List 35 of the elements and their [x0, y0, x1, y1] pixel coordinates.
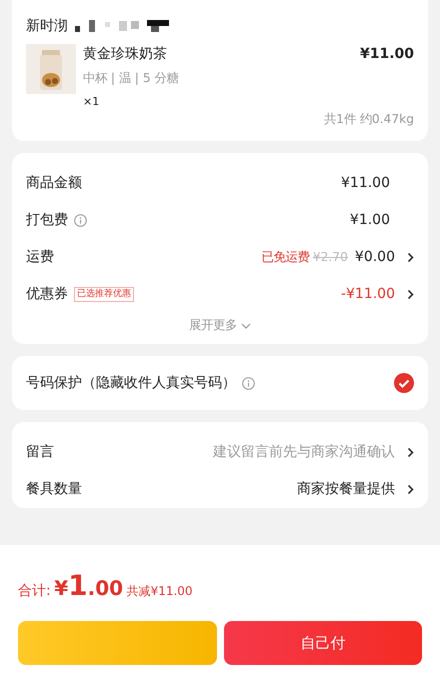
product-specs: 中杯 | 温 | 5 分糖: [83, 70, 180, 87]
option-value[interactable]: 商家按餐量提供: [297, 479, 395, 500]
option-label: 餐具数量: [26, 480, 82, 500]
fee-label: 运费: [26, 248, 54, 267]
fee-label: 打包费: [26, 210, 68, 230]
total-amount: ¥1.00: [54, 568, 124, 604]
fee-value: ¥11.00: [341, 174, 390, 193]
original-fee: ¥2.70: [312, 249, 348, 266]
chevron-icon[interactable]: [407, 252, 414, 263]
quantity: ×1: [83, 94, 100, 110]
pay-self-button[interactable]: 自己付: [224, 621, 422, 665]
option-value[interactable]: 建议留言前先与商家沟通确认: [213, 442, 395, 464]
checkbox[interactable]: [394, 373, 414, 394]
chevron-down-icon: [241, 322, 251, 329]
free-shipping-note: 已免运费: [261, 249, 310, 266]
chevron-icon[interactable]: [407, 484, 414, 496]
privacy-label: 号码保护（隐藏收件人真实号码）: [26, 374, 236, 393]
total-label: 合计:: [18, 582, 51, 601]
discount-total: 共减¥11.00: [126, 583, 193, 600]
info-icon: [242, 376, 255, 390]
coupon-tag: 已选推荐优惠: [74, 286, 134, 302]
info-icon: [74, 214, 87, 227]
product-name: 黄金珍珠奶茶: [83, 45, 168, 64]
order-summary: 共1件 约0.47kg: [323, 111, 414, 128]
fee-value: -¥11.00: [340, 284, 395, 304]
option-label: 留言: [26, 443, 54, 462]
chevron-icon[interactable]: [407, 447, 414, 458]
product-price: ¥11.00: [360, 45, 414, 64]
fee-label: 优惠券: [26, 284, 68, 304]
store-name: 新时沏: [26, 17, 68, 36]
fee-label: 商品金额: [26, 174, 82, 193]
fee-value: ¥0.00: [354, 248, 395, 267]
expand-more-link[interactable]: 展开更多: [189, 318, 237, 332]
fee-value: ¥1.00: [350, 210, 390, 230]
chevron-icon[interactable]: [407, 288, 414, 300]
